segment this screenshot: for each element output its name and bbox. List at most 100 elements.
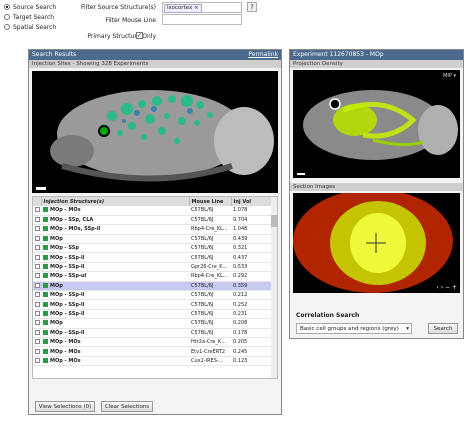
zoom-out-icon[interactable]: −	[445, 284, 450, 291]
mouse-line-cell: C57BL/6J	[189, 234, 231, 245]
row-checkbox[interactable]	[35, 217, 40, 223]
structure-cell: MOp - MOs	[41, 206, 189, 216]
table-row[interactable]: MOp - SSp-ll C57BL/6J 0.178	[33, 328, 277, 338]
table-row[interactable]: MOp - MOs Cux2-IRES-... 0.123	[33, 356, 277, 367]
table-row[interactable]: MOp - SSp C57BL/6J 0.321	[33, 243, 277, 254]
row-checkbox[interactable]	[35, 235, 40, 241]
table-row[interactable]: MOp - SSp-ll C57BL/6J 0.212	[33, 290, 277, 301]
mouse-line-cell: Cux2-IRES-...	[189, 356, 231, 367]
row-checkbox[interactable]	[35, 348, 40, 354]
table-row[interactable]: MOp - SSp-ll C57BL/6J 0.252	[33, 299, 277, 310]
search-results-panel: Search Results Permalink Injection Sites…	[28, 49, 282, 415]
table-row[interactable]: MOp - SSp, CLA C57BL/6J 0.704	[33, 215, 277, 226]
row-checkbox-cell[interactable]	[33, 299, 41, 310]
prev-icon[interactable]: ‹	[436, 284, 438, 291]
scrollbar-thumb[interactable]	[271, 215, 277, 227]
structure-color-swatch	[43, 226, 48, 232]
mip-label[interactable]: MIP ▾	[443, 73, 456, 79]
table-row[interactable]: MOp - MOs Htr2a-Cre_K... 0.205	[33, 337, 277, 348]
zoom-in-icon[interactable]: +	[452, 284, 457, 291]
row-checkbox-cell[interactable]	[33, 243, 41, 254]
row-checkbox-cell[interactable]	[33, 337, 41, 348]
table-row[interactable]: MOp - SSp-ll C57BL/6J 0.437	[33, 252, 277, 263]
section-image	[293, 193, 453, 293]
section-image-view[interactable]: ‹ › − +	[293, 193, 460, 293]
projection-density-view[interactable]: MIP ▾	[293, 70, 460, 178]
row-checkbox[interactable]	[35, 264, 40, 270]
row-checkbox-cell[interactable]	[33, 281, 41, 292]
structure-text: MOp - SSp, CLA	[50, 217, 94, 224]
structure-token[interactable]: Isocortex ×	[164, 4, 202, 13]
row-checkbox-cell[interactable]	[33, 234, 41, 245]
structure-cell: MOp	[41, 281, 189, 292]
table-row[interactable]: MOp C57BL/6J 0.208	[33, 318, 277, 329]
row-checkbox[interactable]	[35, 339, 40, 345]
inj-vol-cell: 0.231	[231, 309, 277, 320]
correlation-select[interactable]: Basic cell groups and regions (grey) ▾	[296, 323, 412, 334]
table-row[interactable]: MOp - SSp-ll C57BL/6J 0.231	[33, 309, 277, 320]
table-row[interactable]: MOp C57BL/6J 0.359	[33, 281, 277, 292]
column-mouse-line[interactable]: Mouse Line	[189, 197, 232, 206]
row-checkbox[interactable]	[35, 226, 40, 232]
dropdown-arrow-icon[interactable]: ▾	[453, 73, 456, 79]
table-row[interactable]: MOp C57BL/6J 0.439	[33, 234, 277, 245]
structure-cell: MOp - MOs	[41, 356, 189, 367]
row-checkbox[interactable]	[35, 301, 40, 307]
row-checkbox[interactable]	[35, 207, 40, 213]
column-injection-structure[interactable]: Injection Structure(s)	[41, 197, 190, 206]
row-checkbox-cell[interactable]	[33, 224, 41, 235]
table-row[interactable]: MOp - MOs C57BL/6J 1.078	[33, 206, 277, 216]
row-checkbox[interactable]	[35, 254, 40, 260]
results-title: Search Results	[32, 51, 77, 58]
row-checkbox[interactable]	[35, 320, 40, 326]
view-selections-button[interactable]: View Selections (0)	[35, 401, 95, 412]
primary-structure-checkbox[interactable]: ✓	[136, 32, 143, 39]
clear-selections-button[interactable]: Clear Selections	[101, 401, 153, 412]
row-checkbox[interactable]	[35, 245, 40, 251]
row-checkbox-cell[interactable]	[33, 271, 41, 282]
row-checkbox-cell[interactable]	[33, 328, 41, 338]
row-checkbox-cell[interactable]	[33, 356, 41, 367]
table-scrollbar[interactable]	[271, 197, 277, 378]
table-row[interactable]: MOp - MOs, SSp-ll Rbp4-Cre_KL... 1.048	[33, 224, 277, 235]
row-checkbox-cell[interactable]	[33, 318, 41, 329]
row-checkbox[interactable]	[35, 310, 40, 316]
selected-injection-marker[interactable]	[98, 125, 110, 137]
mouse-line-input[interactable]	[162, 14, 242, 25]
radio-dot[interactable]	[4, 14, 10, 20]
row-checkbox-cell[interactable]	[33, 309, 41, 320]
help-button[interactable]: ?	[247, 2, 257, 12]
row-checkbox-cell[interactable]	[33, 252, 41, 263]
row-checkbox-cell[interactable]	[33, 346, 41, 357]
injection-site-marker	[329, 98, 341, 110]
row-checkbox-cell[interactable]	[33, 290, 41, 301]
row-checkbox[interactable]	[35, 329, 40, 335]
column-inj-vol[interactable]: Inj Vol	[231, 197, 277, 206]
structure-color-swatch	[43, 282, 48, 288]
row-checkbox-cell[interactable]	[33, 206, 41, 216]
table-row[interactable]: MOp - SSp-ll Gpr26-Cre_K... 0.533	[33, 262, 277, 273]
row-checkbox-cell[interactable]	[33, 215, 41, 226]
structure-cell: MOp - SSp-ll	[41, 309, 189, 320]
row-checkbox[interactable]	[35, 273, 40, 279]
structure-text: MOp - MOs	[50, 348, 81, 355]
radio-dot[interactable]	[4, 4, 10, 10]
permalink-link[interactable]: Permalink	[248, 50, 278, 60]
row-checkbox[interactable]	[35, 292, 40, 298]
next-icon[interactable]: ›	[441, 284, 443, 291]
radio-dot[interactable]	[4, 24, 10, 30]
row-checkbox[interactable]	[35, 282, 40, 288]
injection-sites-map[interactable]	[32, 71, 278, 193]
brain-sagittal-view	[36, 90, 274, 190]
table-row[interactable]: MOp - MOs Etv1-CreERT2 0.245	[33, 346, 277, 357]
row-checkbox[interactable]	[35, 357, 40, 363]
correlation-search-button[interactable]: Search	[428, 323, 458, 334]
table-row[interactable]: MOp - SSp-ul Rbp4-Cre_KL... 0.292	[33, 271, 277, 282]
structure-text: MOp - SSp-ll	[50, 264, 85, 271]
structure-text: MOp - SSp-ll	[50, 329, 85, 336]
row-checkbox-cell[interactable]	[33, 262, 41, 273]
structure-color-swatch	[43, 329, 48, 335]
structure-cell: MOp - MOs	[41, 337, 189, 348]
remove-token-icon[interactable]: ×	[194, 5, 199, 11]
source-structure-input[interactable]: Isocortex ×	[162, 2, 242, 13]
